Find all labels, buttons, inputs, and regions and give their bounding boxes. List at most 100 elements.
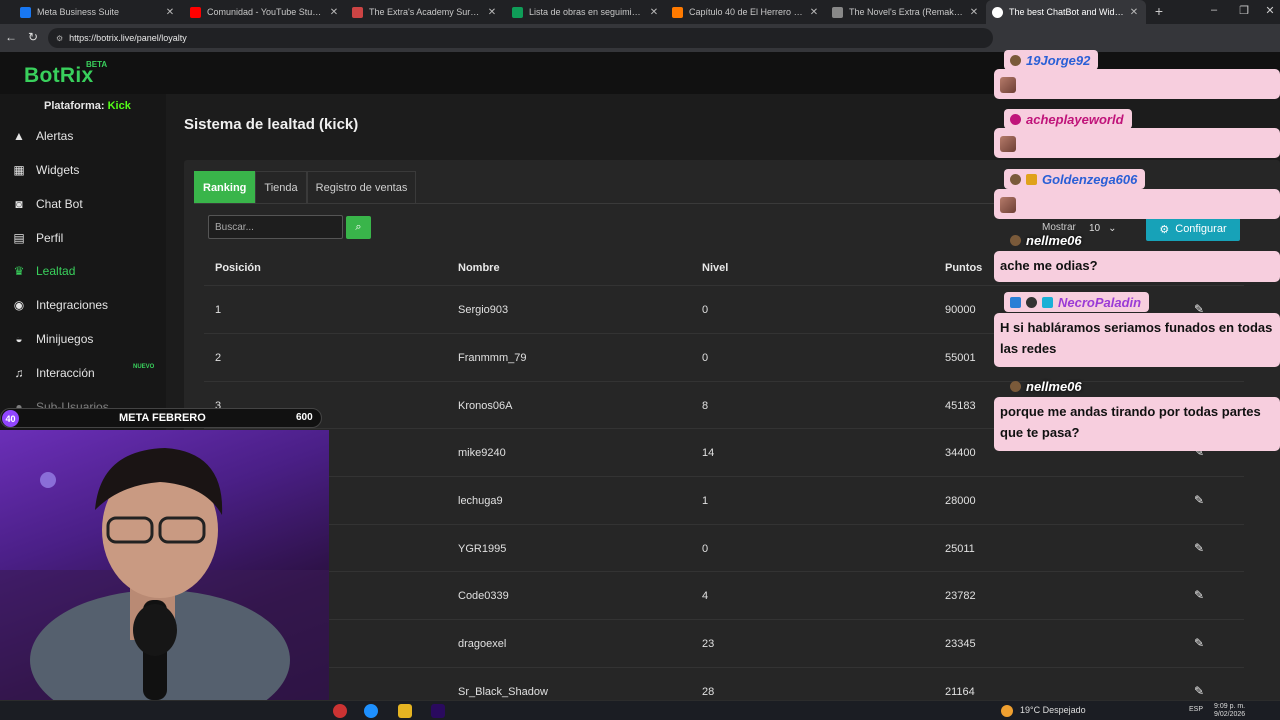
edit-icon[interactable]: ✎ bbox=[1194, 541, 1204, 555]
panel-tabs: Ranking Tienda Registro de ventas bbox=[194, 171, 417, 203]
weather-icon bbox=[1001, 705, 1013, 717]
url-text: https://botrix.live/panel/loyalty bbox=[69, 33, 187, 43]
edit-icon[interactable]: ✎ bbox=[1194, 636, 1204, 650]
close-icon[interactable]: ✕ bbox=[648, 7, 660, 18]
configure-label: Configurar bbox=[1175, 223, 1227, 235]
tab-title: Capítulo 40 de El Herrero Genio d bbox=[689, 7, 804, 17]
sidebar-item-interaccion[interactable]: ♫ Interacción bbox=[0, 358, 166, 388]
obs-icon[interactable] bbox=[333, 704, 347, 718]
profile-card-icon: ▤ bbox=[13, 231, 25, 245]
level-cell: 0 bbox=[702, 352, 709, 364]
browser-tab[interactable]: Comunidad - YouTube Studio ✕ bbox=[184, 0, 346, 24]
language-indicator[interactable]: ESP bbox=[1189, 706, 1203, 713]
site-icon bbox=[672, 6, 683, 18]
premiere-icon[interactable] bbox=[431, 704, 445, 718]
sidebar-item-chatbot[interactable]: ◙ Chat Bot bbox=[0, 189, 166, 219]
tab-title: The Extra's Academy Survival Guid bbox=[369, 7, 482, 17]
close-icon[interactable]: ✕ bbox=[968, 7, 980, 18]
column-header-name[interactable]: Nombre bbox=[458, 262, 500, 274]
sidebar-item-lealtad[interactable]: ♛ Lealtad bbox=[0, 256, 166, 286]
tab-title: The best ChatBot and Widgets fo bbox=[1009, 7, 1124, 17]
browser-tab-strip: Meta Business Suite ✕ Comunidad - YouTube… bbox=[0, 0, 1280, 24]
chat-username: NecroPaladin bbox=[1004, 292, 1150, 312]
browser-tab-active[interactable]: The best ChatBot and Widgets fo ✕ bbox=[986, 0, 1146, 24]
sidebar-item-integraciones[interactable]: ◉ Integraciones bbox=[0, 290, 166, 320]
chat-username: Goldenzega606 bbox=[1004, 169, 1146, 189]
page-size-value: 10 bbox=[1089, 222, 1101, 234]
goal-bar: 40 META FEBRERO 600 bbox=[0, 408, 322, 428]
sidebar-item-minijuegos[interactable]: ◒ Minijuegos bbox=[0, 324, 166, 354]
name-cell: Kronos06A bbox=[458, 400, 513, 412]
clock[interactable]: 9:09 p. m. 9/02/2026 bbox=[1214, 703, 1245, 720]
column-header-points[interactable]: Puntos bbox=[945, 262, 982, 274]
points-cell: 23345 bbox=[945, 638, 976, 650]
time-text: 9:09 p. m. bbox=[1214, 703, 1246, 710]
goal-value: 600 bbox=[296, 412, 313, 423]
edit-icon[interactable]: ✎ bbox=[1194, 588, 1204, 602]
level-cell: 8 bbox=[702, 400, 709, 412]
chat-message-text: ache me odias? bbox=[1000, 258, 1098, 273]
site-icon bbox=[352, 6, 363, 18]
site-info-icon[interactable]: ⚙ bbox=[56, 34, 63, 43]
weather-text[interactable]: 19°C Despejado bbox=[1020, 705, 1086, 715]
name-cell: Sergio903 bbox=[458, 304, 509, 316]
search-input[interactable] bbox=[208, 215, 343, 239]
search-button[interactable]: ⌕ bbox=[346, 216, 371, 239]
user-badge-icon bbox=[1026, 296, 1037, 308]
sidebar-item-widgets[interactable]: ▦ Widgets bbox=[0, 155, 166, 185]
edit-icon[interactable]: ✎ bbox=[1194, 493, 1204, 507]
sidebar-item-alertas[interactable]: ▲ Alertas bbox=[0, 121, 166, 151]
back-icon[interactable]: ← bbox=[4, 30, 18, 44]
tab-title: The Novel's Extra (Remake) Chapt bbox=[849, 7, 964, 17]
browser-tab[interactable]: Capítulo 40 de El Herrero Genio d ✕ bbox=[666, 0, 826, 24]
user-badge-icon bbox=[1010, 296, 1021, 308]
new-badge: NUEVO bbox=[133, 364, 155, 370]
chat-username-text: Goldenzega606 bbox=[1042, 171, 1138, 187]
sidebar-item-label: Minijuegos bbox=[36, 332, 94, 346]
tab-registro-ventas[interactable]: Registro de ventas bbox=[306, 171, 417, 203]
reload-icon[interactable]: ↻ bbox=[26, 30, 40, 44]
edge-icon[interactable] bbox=[364, 704, 378, 718]
sidebar-item-perfil[interactable]: ▤ Perfil bbox=[0, 223, 166, 253]
widgets-icon: ▦ bbox=[13, 163, 25, 177]
webcam-feed bbox=[0, 430, 329, 700]
table-row: 6YGR1995025011✎ bbox=[204, 524, 1244, 572]
trophy-icon: ♛ bbox=[13, 264, 25, 278]
edit-icon[interactable]: ✎ bbox=[1194, 684, 1204, 698]
browser-tab[interactable]: The Extra's Academy Survival Guid ✕ bbox=[346, 0, 504, 24]
user-badge-icon bbox=[1010, 113, 1021, 125]
url-field[interactable]: ⚙ https://botrix.live/panel/loyalty bbox=[48, 28, 993, 48]
points-cell: 23782 bbox=[945, 590, 976, 602]
minimize-icon[interactable]: – bbox=[1206, 4, 1222, 16]
tab-tienda[interactable]: Tienda bbox=[255, 171, 307, 203]
file-explorer-icon[interactable] bbox=[398, 704, 412, 718]
integrations-icon: ◉ bbox=[13, 298, 25, 312]
music-icon: ♫ bbox=[14, 366, 24, 380]
close-icon[interactable]: ✕ bbox=[486, 7, 498, 18]
name-cell: Franmmm_79 bbox=[458, 352, 527, 364]
column-header-level[interactable]: Nivel bbox=[702, 262, 728, 274]
column-header-position[interactable]: Posición bbox=[215, 262, 261, 274]
address-bar-row: ← ↻ ⚙ https://botrix.live/panel/loyalty bbox=[0, 24, 1280, 52]
window-close-icon[interactable]: ✕ bbox=[1262, 4, 1278, 17]
close-icon[interactable]: ✕ bbox=[164, 7, 176, 18]
close-icon[interactable]: ✕ bbox=[1128, 7, 1140, 18]
page-size-select[interactable]: 10 ⌄ bbox=[1089, 218, 1137, 238]
date-text: 9/02/2026 bbox=[1214, 711, 1246, 719]
user-badge-icon bbox=[1010, 234, 1021, 246]
configure-button[interactable]: ⚙ Configurar bbox=[1146, 217, 1240, 241]
browser-tab[interactable]: The Novel's Extra (Remake) Chapt ✕ bbox=[826, 0, 986, 24]
botrix-logo[interactable]: BotRix bbox=[24, 64, 93, 88]
browser-tab[interactable]: Lista de obras en seguimiento - H ✕ bbox=[506, 0, 666, 24]
points-cell: 55001 bbox=[945, 352, 976, 364]
maximize-icon[interactable]: ❐ bbox=[1236, 4, 1252, 17]
browser-tab[interactable]: Meta Business Suite ✕ bbox=[14, 0, 182, 24]
tab-ranking[interactable]: Ranking bbox=[194, 171, 256, 203]
close-icon[interactable]: ✕ bbox=[328, 7, 340, 18]
new-tab-button[interactable]: + bbox=[1151, 3, 1167, 19]
site-icon bbox=[832, 6, 843, 18]
name-cell: lechuga9 bbox=[458, 495, 503, 507]
close-icon[interactable]: ✕ bbox=[808, 7, 820, 18]
level-cell: 0 bbox=[702, 304, 709, 316]
chat-message: porque me andas tirando por todas partes… bbox=[994, 397, 1280, 451]
